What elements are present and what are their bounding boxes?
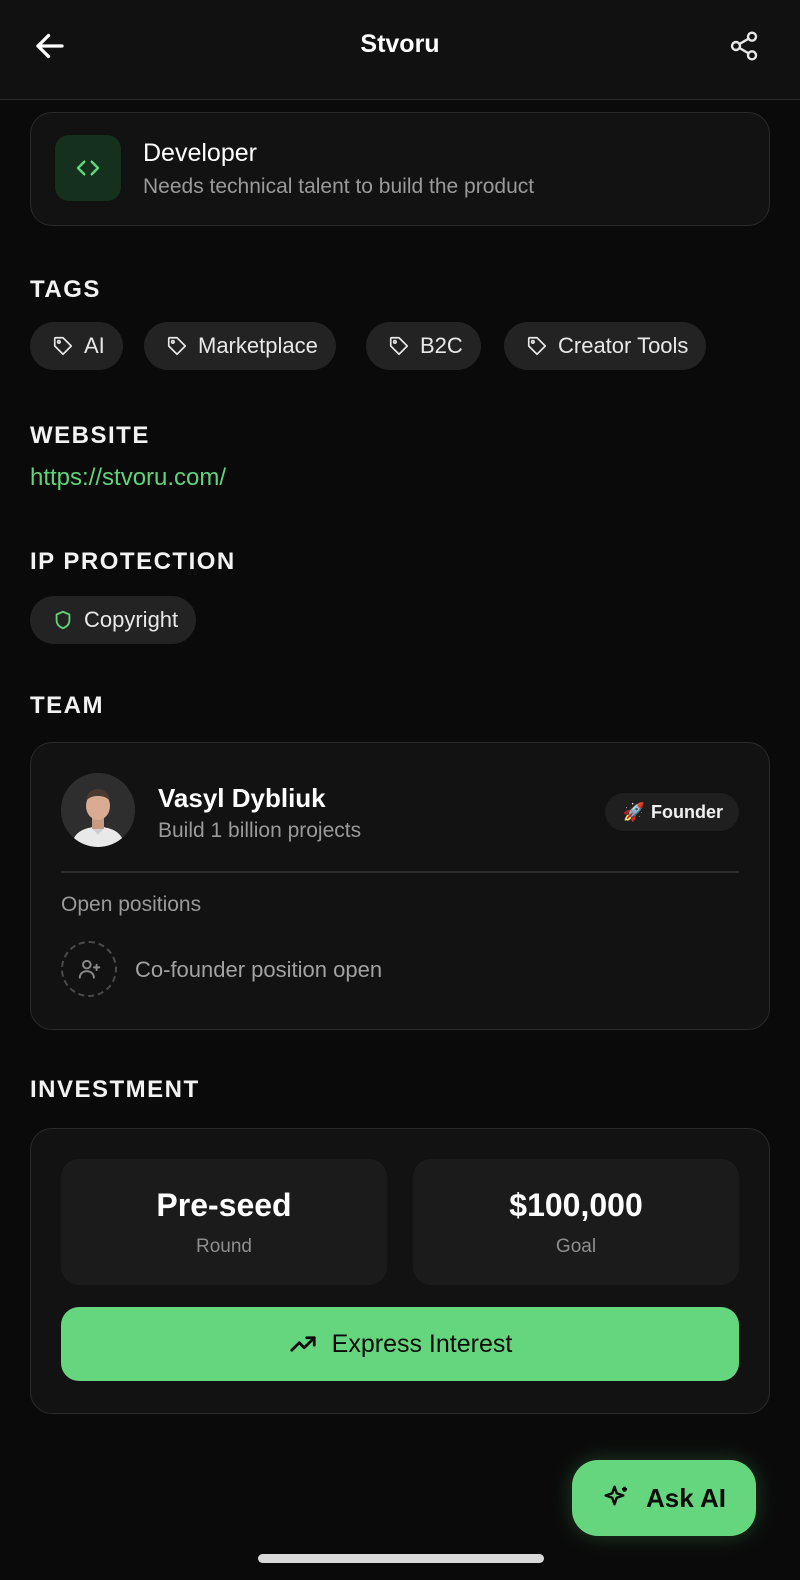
open-position-text[interactable]: Co-founder position open xyxy=(135,957,382,983)
website-link[interactable]: https://stvoru.com/ xyxy=(30,464,226,492)
trending-up-icon xyxy=(290,1336,316,1352)
goal-label: Goal xyxy=(555,1236,597,1257)
goal-value: $100,000 xyxy=(509,1187,643,1223)
tag-chip-b2c[interactable]: B2C xyxy=(366,322,481,370)
tags-heading: TAGS xyxy=(30,276,101,303)
tag-icon xyxy=(53,336,73,356)
founder-badge-label: Founder xyxy=(651,801,723,822)
tag-chip-ai[interactable]: AI xyxy=(30,322,123,370)
founder-badge: 🚀 Founder xyxy=(604,793,739,831)
round-label: Round xyxy=(196,1236,252,1257)
investment-heading: INVESTMENT xyxy=(30,1076,200,1103)
ip-protection-value: Copyright xyxy=(84,607,179,632)
website-heading: WEBSITE xyxy=(30,422,150,449)
ip-protection-heading: IP PROTECTION xyxy=(30,548,236,575)
avatar[interactable] xyxy=(61,773,135,847)
shield-icon xyxy=(55,610,71,630)
role-icon-badge xyxy=(55,135,121,201)
tag-label: AI xyxy=(84,333,105,358)
rocket-icon: 🚀 xyxy=(622,801,645,822)
user-plus-icon xyxy=(78,959,101,979)
tag-icon xyxy=(167,336,187,356)
team-heading: TEAM xyxy=(30,692,104,719)
member-name: Vasyl Dybliuk xyxy=(158,783,326,813)
tag-label: Creator Tools xyxy=(558,333,689,358)
top-bar: Stvoru xyxy=(0,0,800,100)
tag-icon xyxy=(527,336,547,356)
divider xyxy=(61,871,739,873)
ip-protection-chip: Copyright xyxy=(30,596,197,644)
tag-chip-marketplace[interactable]: Marketplace xyxy=(144,322,336,370)
team-card: Vasyl Dybliuk Build 1 billion projects 🚀… xyxy=(30,742,770,1030)
role-title: Developer xyxy=(143,139,257,167)
role-description: Needs technical talent to build the prod… xyxy=(143,175,535,198)
round-box: Pre-seed Round xyxy=(61,1159,387,1285)
role-card: Developer Needs technical talent to buil… xyxy=(30,112,770,226)
tag-icon xyxy=(389,336,409,356)
share-icon xyxy=(730,31,758,61)
open-position-avatar xyxy=(61,941,117,997)
ask-ai-label: Ask AI xyxy=(646,1482,726,1513)
sparkles-icon xyxy=(604,1485,628,1506)
tag-label: Marketplace xyxy=(198,333,318,358)
express-interest-button[interactable]: Express Interest xyxy=(61,1307,739,1381)
goal-box: $100,000 Goal xyxy=(413,1159,739,1285)
member-bio: Build 1 billion projects xyxy=(158,819,362,842)
investment-card: Pre-seed Round $100,000 Goal Express Int… xyxy=(30,1128,770,1414)
code-icon xyxy=(76,160,100,176)
open-positions-label: Open positions xyxy=(61,893,202,916)
tag-label: B2C xyxy=(420,333,463,358)
share-button[interactable] xyxy=(728,30,760,62)
express-interest-label: Express Interest xyxy=(331,1329,513,1358)
tag-chip-creator-tools[interactable]: Creator Tools xyxy=(504,322,707,370)
person-photo-icon xyxy=(61,773,135,847)
round-value: Pre-seed xyxy=(156,1187,292,1223)
page-title: Stvoru xyxy=(360,30,440,58)
ask-ai-button[interactable]: Ask AI xyxy=(572,1460,756,1536)
home-indicator[interactable] xyxy=(258,1554,544,1563)
